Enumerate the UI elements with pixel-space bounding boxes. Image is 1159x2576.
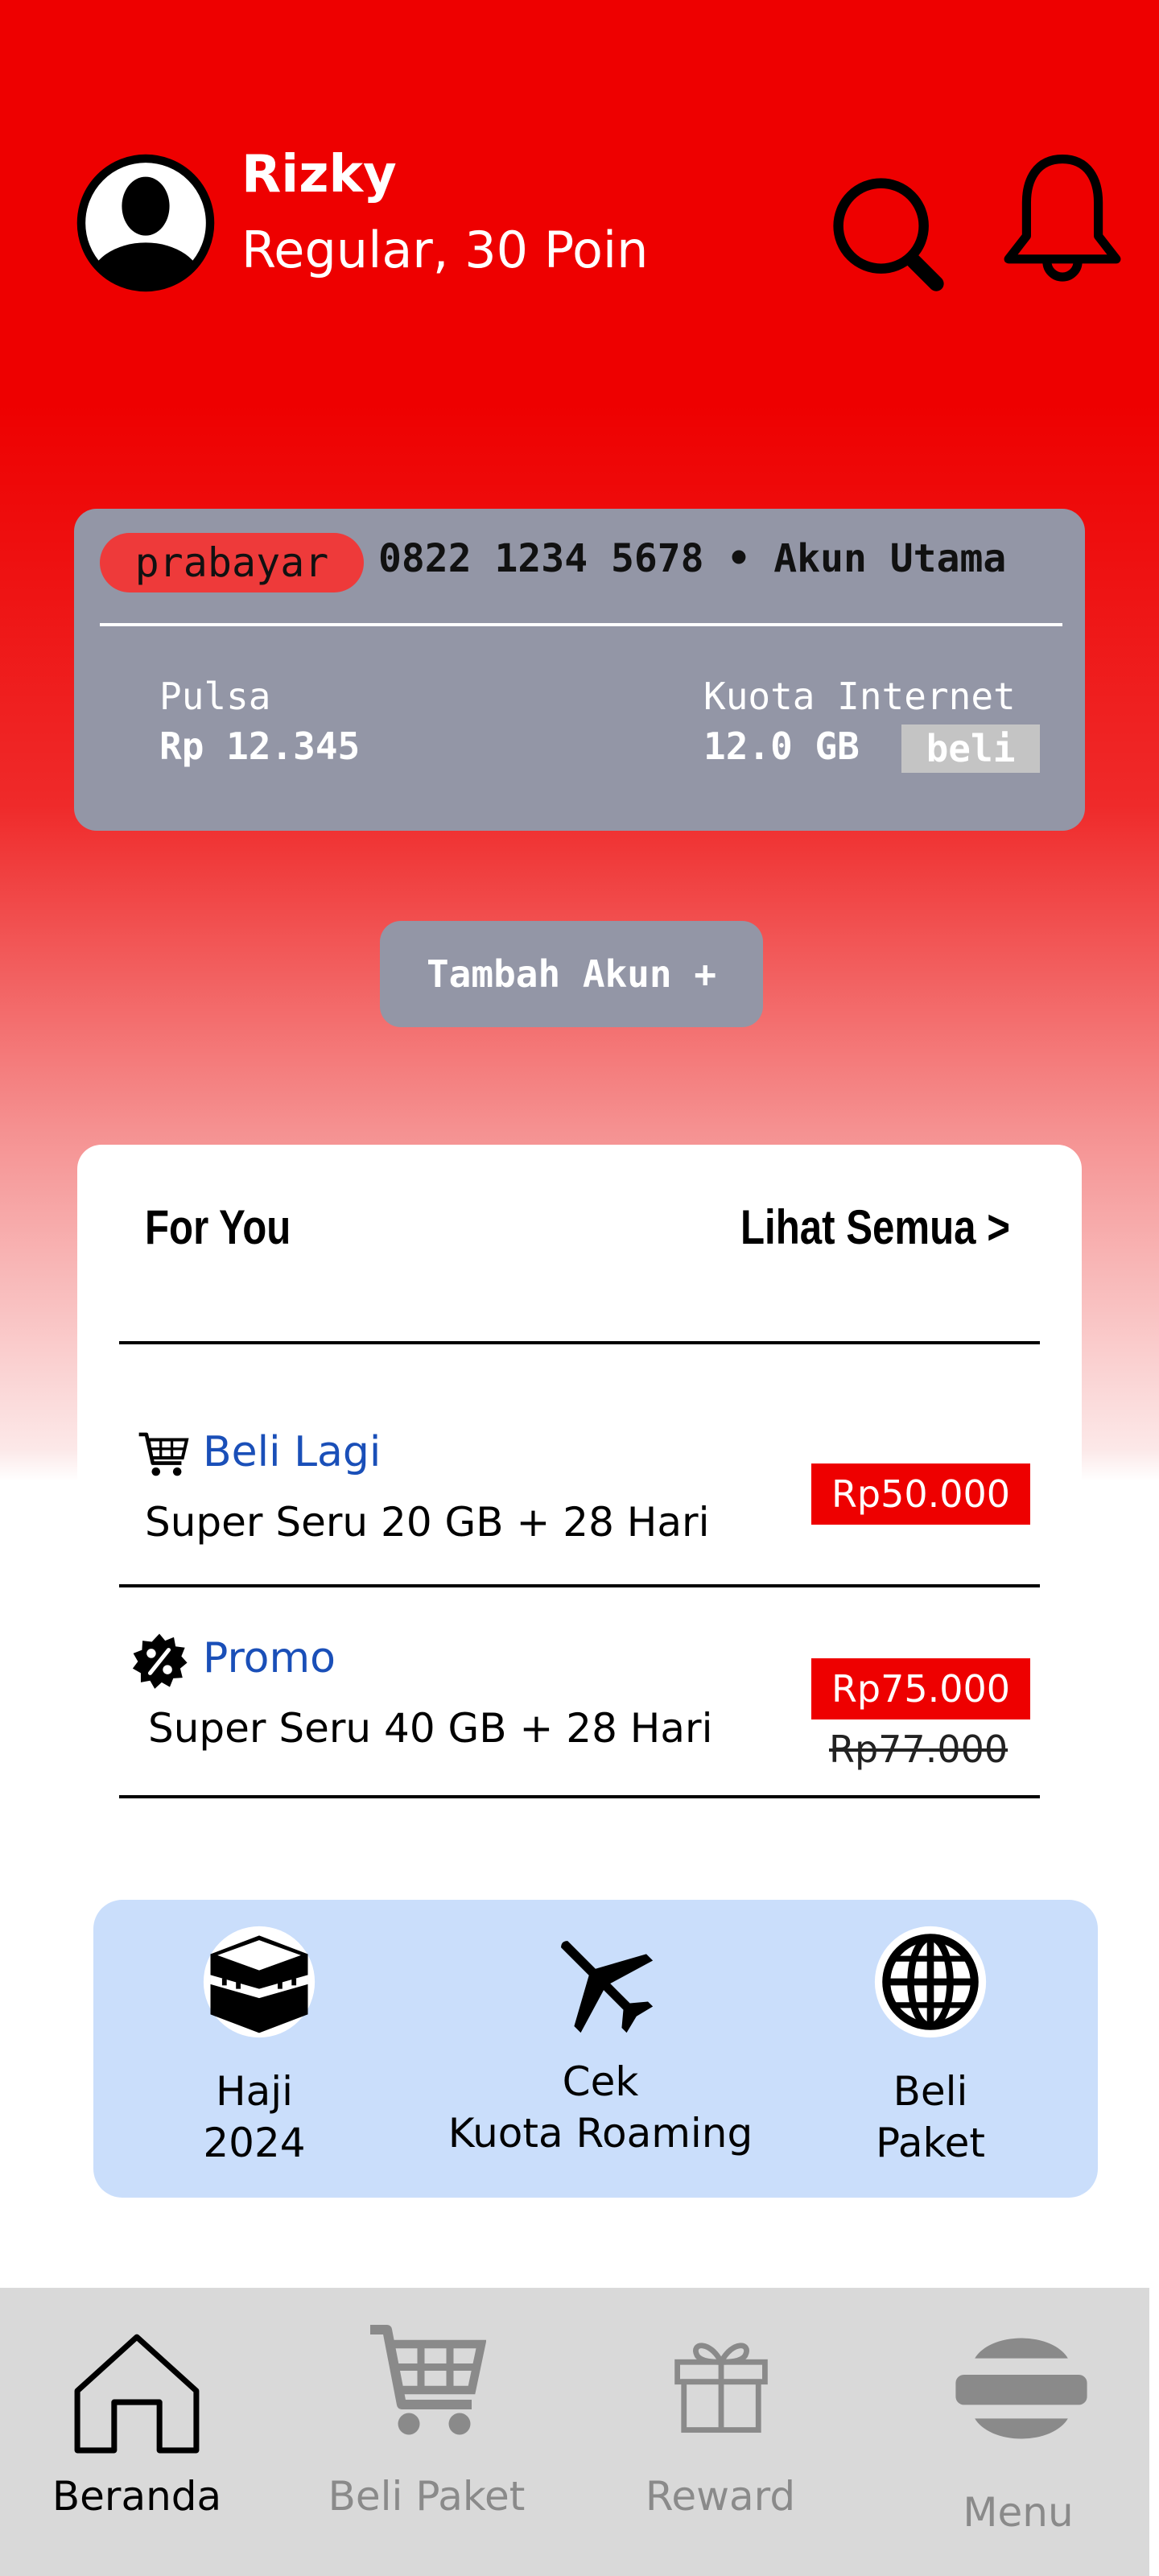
nav-label-reward: Reward — [645, 2473, 796, 2520]
kuota-value: 12.0 GB — [703, 724, 860, 768]
beli-kuota-button[interactable]: beli — [901, 724, 1040, 773]
kaaba-icon — [203, 1926, 316, 2038]
tambah-akun-button[interactable]: Tambah Akun + — [380, 921, 763, 1027]
haji-action[interactable]: Haji 2024 — [158, 1924, 351, 2182]
nav-menu[interactable]: Menu — [918, 2320, 1119, 2562]
for-you-title: For You — [145, 1200, 291, 1254]
user-tier: Regular, 30 Poin — [241, 221, 649, 279]
beli-paket-action[interactable]: Beli Paket — [834, 1924, 1027, 2182]
beli-paket-label-line2: Paket — [875, 2120, 986, 2166]
cek-roaming-action[interactable]: Cek Kuota Roaming — [431, 1924, 769, 2182]
account-type-badge: prabayar — [100, 533, 364, 592]
price-badge[interactable]: Rp75.000 — [811, 1658, 1030, 1719]
haji-label-line1: Haji — [215, 2068, 294, 2115]
airplane-icon — [561, 1941, 654, 2033]
avatar-icon[interactable] — [76, 153, 216, 293]
divider — [119, 1341, 1040, 1344]
user-name: Rizky — [241, 145, 397, 204]
package-name[interactable]: Super Seru 20 GB + 28 Hari — [145, 1499, 709, 1546]
kuota-label: Kuota Internet — [703, 675, 1016, 718]
divider — [119, 1584, 1040, 1587]
nav-label-beli-paket: Beli Paket — [328, 2473, 526, 2520]
account-number: 0822 1234 5678 • Akun Utama — [378, 536, 1007, 581]
quick-actions-panel: Haji 2024 Cek Kuota Roaming Beli Paket — [93, 1900, 1098, 2198]
old-price: Rp77.000 — [829, 1728, 1008, 1771]
nav-label-beranda: Beranda — [52, 2473, 222, 2520]
haji-label-line2: 2024 — [203, 2120, 306, 2166]
nav-reward[interactable]: Reward — [620, 2320, 821, 2562]
price-badge[interactable]: Rp50.000 — [811, 1463, 1030, 1525]
pulsa-value: Rp 12.345 — [159, 724, 361, 768]
divider — [119, 1795, 1040, 1798]
bottom-nav: Beranda Beli Paket Reward Menu — [0, 2288, 1149, 2576]
promo-tag: Promo — [203, 1634, 336, 1682]
pulsa-label: Pulsa — [159, 675, 271, 718]
menu-icon — [955, 2338, 1087, 2439]
card-divider — [100, 623, 1062, 626]
cart-icon — [138, 1432, 189, 1476]
roaming-label-line1: Cek — [562, 2058, 639, 2105]
roaming-label-line2: Kuota Roaming — [448, 2110, 753, 2157]
discount-badge-icon — [132, 1633, 188, 1689]
nav-label-menu: Menu — [963, 2489, 1074, 2536]
home-icon — [74, 2334, 200, 2454]
globe-icon — [874, 1926, 987, 2038]
package-name[interactable]: Super Seru 40 GB + 28 Hari — [148, 1705, 712, 1752]
search-icon[interactable] — [826, 171, 951, 296]
nav-beranda[interactable]: Beranda — [32, 2320, 241, 2562]
gift-icon — [674, 2343, 768, 2433]
cart-icon — [370, 2325, 486, 2435]
beli-lagi-tag: Beli Lagi — [203, 1428, 382, 1476]
nav-beli-paket[interactable]: Beli Paket — [314, 2320, 539, 2562]
see-all-link[interactable]: Lihat Semua > — [740, 1199, 1017, 1255]
beli-paket-label-line1: Beli — [893, 2068, 968, 2115]
bell-icon[interactable] — [998, 151, 1127, 290]
